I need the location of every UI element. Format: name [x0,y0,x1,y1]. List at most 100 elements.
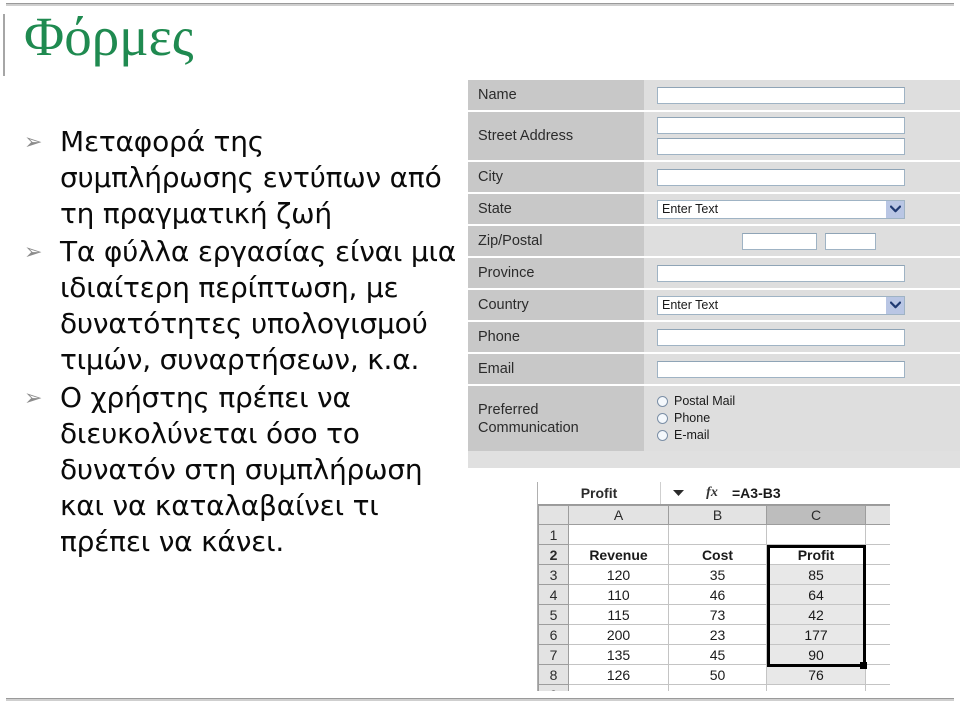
row-header[interactable]: 9 [538,684,569,691]
zip-input[interactable] [741,232,817,250]
cell-c5[interactable]: 42 [766,604,866,625]
form-row-email: Email [468,354,960,386]
cell-d3[interactable] [865,564,890,585]
column-header-d[interactable] [865,505,890,525]
corner-select-all[interactable] [538,505,569,525]
form-label-line1: Preferred [478,401,539,418]
name-input[interactable] [657,86,905,104]
form-row-phone: Phone [468,322,960,354]
cell-c6[interactable]: 177 [766,624,866,645]
column-header-a[interactable]: A [568,505,669,525]
formula-input[interactable]: =A3-B3 [729,485,890,501]
city-input[interactable] [657,168,905,186]
column-header-b[interactable]: B [668,505,767,525]
state-select[interactable]: Enter Text [657,199,905,219]
form-control-street-address [644,112,960,160]
name-box-dropdown-icon[interactable] [661,489,695,497]
province-input[interactable] [657,264,905,282]
list-item: ➢ Ο χρήστης πρέπει να διευκολύνεται όσο … [18,380,458,560]
table-row: 2 Revenue Cost Profit [538,544,890,565]
radio-label-postal-mail: Postal Mail [674,394,736,408]
radio-postal-mail[interactable]: Postal Mail [657,394,960,409]
cell-d5[interactable] [865,604,890,625]
phone-input[interactable] [657,328,905,346]
form-row-preferred-communication: Preferred Communication Postal Mail Phon… [468,386,960,451]
table-row: 8 126 50 76 [538,664,890,685]
cell-b5[interactable]: 73 [668,604,767,625]
row-header[interactable]: 5 [538,604,569,625]
web-form-illustration: Name Street Address City State Enter Tex… [468,80,960,468]
cell-d1[interactable] [865,524,890,545]
cell-a2[interactable]: Revenue [568,544,669,565]
row-header[interactable]: 3 [538,564,569,585]
cell-d9[interactable] [865,684,890,691]
fx-icon[interactable]: fx [695,485,729,501]
cell-a7[interactable]: 135 [568,644,669,665]
cell-c8[interactable]: 76 [766,664,866,685]
cell-a6[interactable]: 200 [568,624,669,645]
cell-d6[interactable] [865,624,890,645]
form-control-zip-postal [644,226,960,256]
list-item-text: Τα φύλλα εργασίας είναι μια ιδιαίτερη πε… [60,235,457,376]
table-row: 3 120 35 85 [538,564,890,585]
cell-c4[interactable]: 64 [766,584,866,605]
radio-label-email: E-mail [674,428,710,442]
form-label-city: City [468,162,644,192]
cell-a1[interactable] [568,524,669,545]
cell-a8[interactable]: 126 [568,664,669,685]
row-header[interactable]: 2 [538,544,569,565]
column-header-c[interactable]: C [766,505,866,525]
radio-circle-icon[interactable] [657,430,668,441]
cell-d7[interactable] [865,644,890,665]
cell-c3[interactable]: 85 [766,564,866,585]
email-input[interactable] [657,360,905,378]
cell-b8[interactable]: 50 [668,664,767,685]
cell-c9[interactable] [766,684,866,691]
formula-bar: Profit fx =A3-B3 [538,482,890,505]
form-row-country: Country Enter Text [468,290,960,322]
form-control-state: Enter Text [644,194,960,224]
name-box[interactable]: Profit [538,482,661,504]
cell-d2[interactable] [865,544,890,565]
cell-b6[interactable]: 23 [668,624,767,645]
cell-b4[interactable]: 46 [668,584,767,605]
cell-b2[interactable]: Cost [668,544,767,565]
cell-a5[interactable]: 115 [568,604,669,625]
cell-c2[interactable]: Profit [766,544,866,565]
form-row-zip-postal: Zip/Postal [468,226,960,258]
cell-b9[interactable] [668,684,767,691]
cell-a9[interactable] [568,684,669,691]
form-row-province: Province [468,258,960,290]
cell-c7[interactable]: 90 [766,644,866,665]
form-label-line2: Communication [478,419,579,436]
cell-b3[interactable]: 35 [668,564,767,585]
radio-circle-icon[interactable] [657,413,668,424]
cell-b7[interactable]: 45 [668,644,767,665]
form-label-preferred-communication: Preferred Communication [468,386,644,451]
cell-c1[interactable] [766,524,866,545]
cell-d8[interactable] [865,664,890,685]
cell-a4[interactable]: 110 [568,584,669,605]
form-control-preferred-communication: Postal Mail Phone E-mail [644,386,960,451]
row-header[interactable]: 4 [538,584,569,605]
cell-b1[interactable] [668,524,767,545]
radio-email[interactable]: E-mail [657,428,960,443]
chevron-down-icon[interactable] [886,296,904,314]
chevron-down-icon[interactable] [886,200,904,218]
table-row: 5 115 73 42 [538,604,890,625]
country-select[interactable]: Enter Text [657,295,905,315]
cell-a3[interactable]: 120 [568,564,669,585]
postal-ext-input[interactable] [824,232,876,250]
radio-circle-icon[interactable] [657,396,668,407]
form-row-name: Name [468,80,960,112]
table-row: 4 110 46 64 [538,584,890,605]
spreadsheet-illustration: Profit fx =A3-B3 A B C 1 2 Revenue Cost … [537,482,890,691]
row-header[interactable]: 8 [538,664,569,685]
row-header[interactable]: 7 [538,644,569,665]
street-address-line1-input[interactable] [657,117,905,134]
street-address-line2-input[interactable] [657,138,905,155]
row-header[interactable]: 6 [538,624,569,645]
row-header[interactable]: 1 [538,524,569,545]
radio-phone[interactable]: Phone [657,411,960,426]
cell-d4[interactable] [865,584,890,605]
